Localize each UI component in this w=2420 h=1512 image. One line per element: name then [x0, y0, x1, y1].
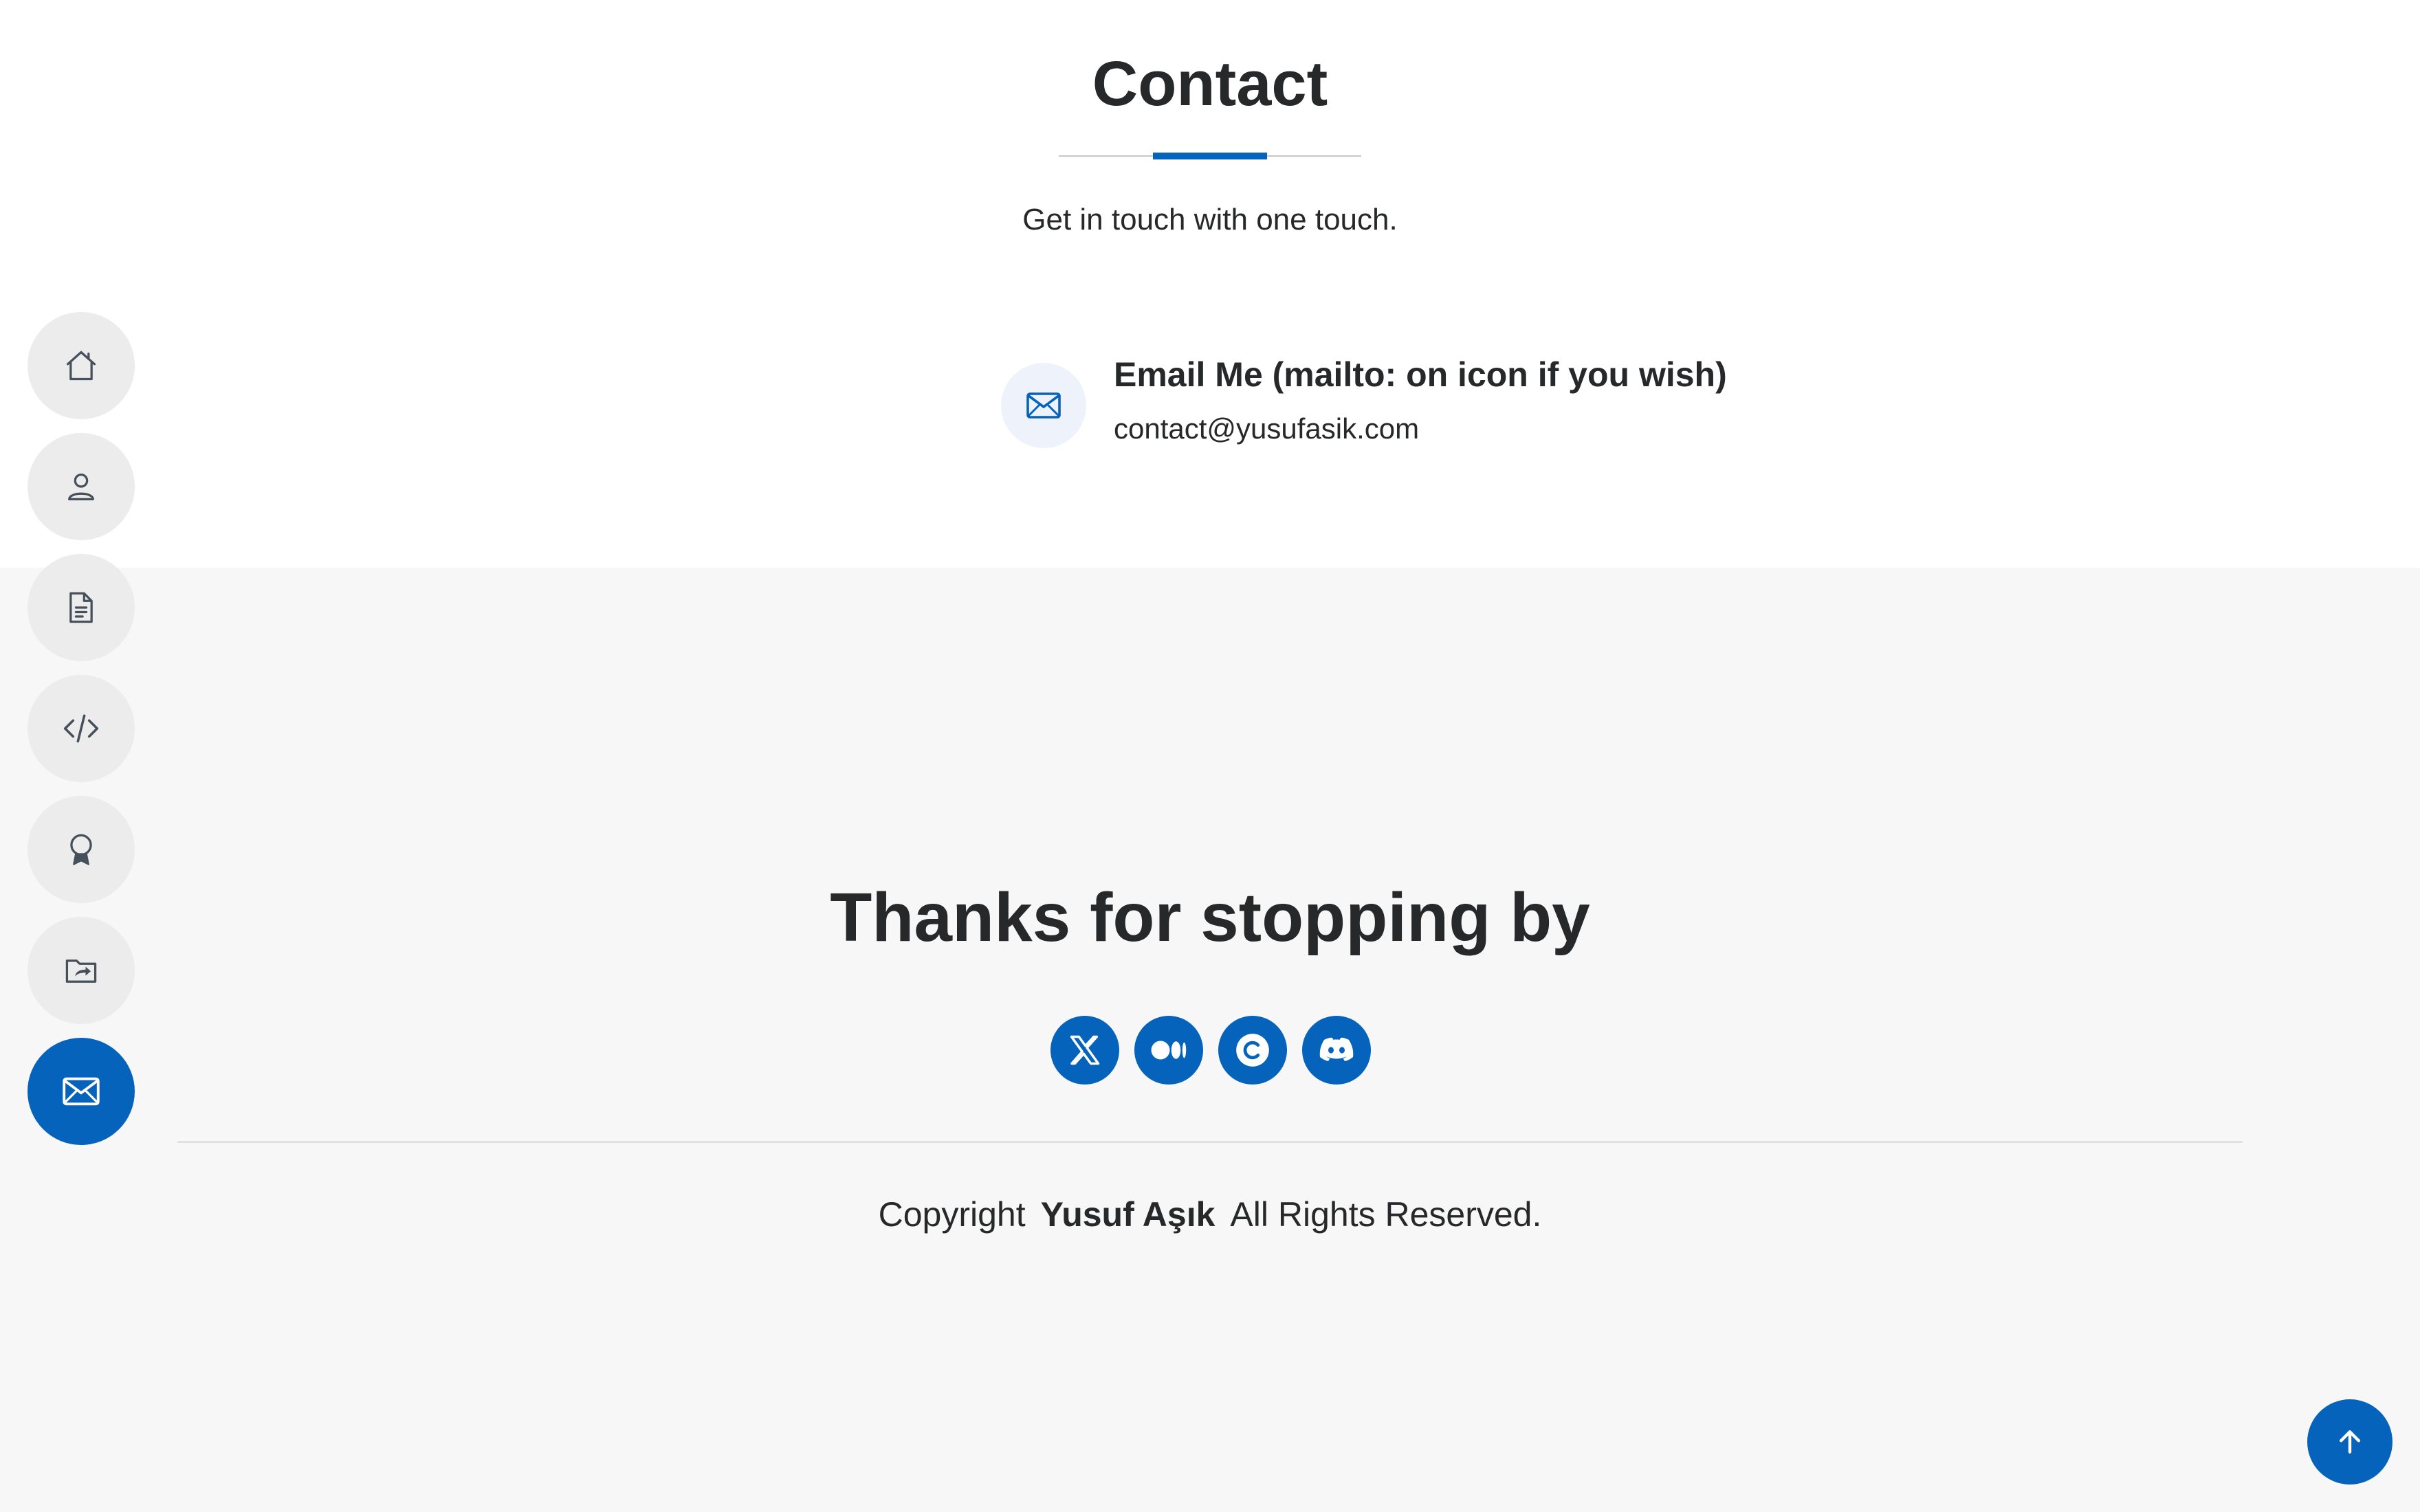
contact-section: Contact Get in touch with one touch. Ema… [0, 0, 2420, 568]
nav-home[interactable] [28, 312, 135, 419]
file-text-icon [69, 592, 93, 623]
title-accent-bar [1153, 153, 1267, 159]
nav-about[interactable] [28, 433, 135, 540]
footer: Thanks for stopping by Copyright Yusuf A… [0, 568, 2420, 1512]
medium-link[interactable] [1134, 1016, 1203, 1085]
nav-skills[interactable] [28, 675, 135, 782]
c-icon [1236, 1034, 1269, 1067]
section-title: Contact [1092, 49, 1328, 119]
email-icon-link[interactable] [1001, 363, 1086, 448]
footer-divider [177, 1141, 2243, 1143]
nav-resume[interactable] [28, 554, 135, 661]
medium-icon [1151, 1041, 1187, 1060]
email-address[interactable]: contact@yusufasik.com [1114, 412, 1419, 445]
social-links [1050, 1016, 1371, 1085]
copyright-suffix: All Rights Reserved. [1230, 1195, 1542, 1234]
section-subtitle: Get in touch with one touch. [1022, 203, 1398, 236]
copyright-prefix: Copyright [878, 1195, 1026, 1234]
nav-certificates[interactable] [28, 796, 135, 903]
arrow-up-icon [2339, 1430, 2361, 1454]
code-icon [63, 714, 99, 743]
person-icon [68, 474, 94, 501]
copyright-owner: Yusuf Aşık [1040, 1195, 1216, 1234]
nav-portfolio[interactable] [28, 917, 135, 1024]
folder-share-icon [65, 959, 97, 983]
footer-heading: Thanks for stopping by [830, 879, 1590, 956]
nav-contact[interactable] [28, 1038, 135, 1145]
x-twitter-link[interactable] [1050, 1016, 1119, 1085]
home-icon [66, 351, 96, 381]
x-twitter-icon [1070, 1035, 1100, 1065]
award-icon [70, 834, 92, 865]
envelope-icon [63, 1077, 100, 1106]
envelope-icon [1026, 392, 1061, 419]
email-title: Email Me (mailto: on icon if you wish) [1114, 355, 1727, 394]
discord-icon [1319, 1037, 1354, 1061]
copyright: Copyright Yusuf Aşık All Rights Reserved. [0, 1194, 2420, 1234]
back-to-top-button[interactable] [2307, 1399, 2392, 1485]
c-link[interactable] [1218, 1016, 1287, 1085]
page: Contact Get in touch with one touch. Ema… [0, 0, 2420, 1512]
discord-link[interactable] [1302, 1016, 1371, 1085]
